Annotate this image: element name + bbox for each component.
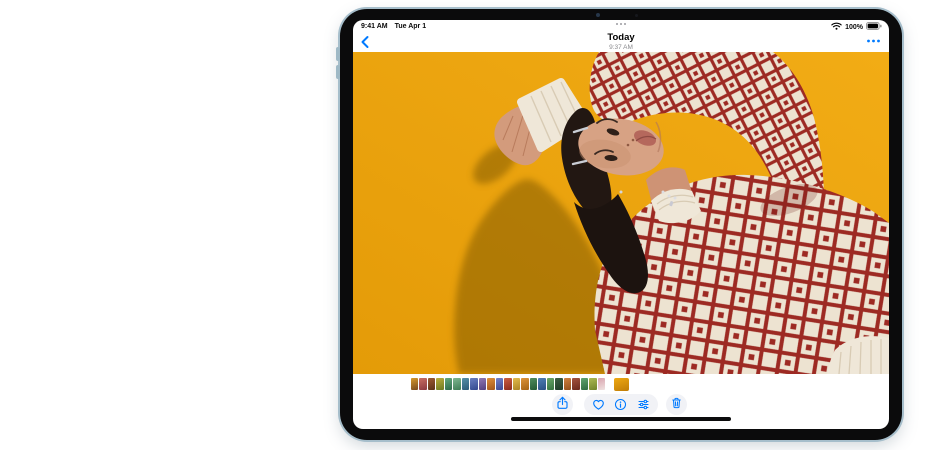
thumbnail[interactable] <box>470 378 478 390</box>
action-pill <box>584 394 658 415</box>
heart-icon <box>591 400 606 415</box>
page-title: Today <box>353 32 889 43</box>
photo-timestamp: 9:37 AM <box>353 44 889 51</box>
info-button[interactable] <box>613 397 628 412</box>
adjust-button[interactable] <box>636 397 651 412</box>
thumbnail[interactable] <box>572 378 580 390</box>
page: 9:41 AM Tue Apr 1 100% <box>0 0 932 450</box>
adjust-sliders-icon <box>636 400 651 415</box>
ellipsis-icon <box>866 34 881 49</box>
navigation-bar: Today 9:37 AM <box>353 32 889 52</box>
wifi-icon <box>831 22 842 32</box>
share-icon <box>555 395 570 414</box>
multitask-grabber-icon[interactable] <box>616 23 626 25</box>
thumbnail[interactable] <box>530 378 538 390</box>
delete-button[interactable] <box>666 394 687 415</box>
thumbnail[interactable] <box>411 378 419 390</box>
light-sensor <box>635 14 638 17</box>
thumbnail[interactable] <box>419 378 427 390</box>
thumbnail[interactable] <box>513 378 521 390</box>
info-icon <box>613 400 628 415</box>
thumbnail[interactable] <box>428 378 436 390</box>
share-button[interactable] <box>552 394 573 415</box>
thumbnail-selected[interactable] <box>614 378 629 391</box>
ipad-device: 9:41 AM Tue Apr 1 100% <box>340 9 902 440</box>
front-camera <box>596 13 600 17</box>
thumbnail[interactable] <box>487 378 495 390</box>
thumbnail[interactable] <box>496 378 504 390</box>
thumbnail[interactable] <box>521 378 529 390</box>
thumbnail[interactable] <box>436 378 444 390</box>
photo-scrubber[interactable] <box>411 377 630 391</box>
thumbnail[interactable] <box>445 378 453 390</box>
thumbnail[interactable] <box>564 378 572 390</box>
battery-percent: 100% <box>845 24 863 31</box>
thumbnail[interactable] <box>589 378 597 390</box>
thumbnail[interactable] <box>581 378 589 390</box>
photo-view[interactable] <box>353 52 889 374</box>
status-time: 9:41 AM <box>361 23 388 30</box>
home-indicator[interactable] <box>511 417 731 421</box>
trash-icon <box>669 395 684 414</box>
toolbar <box>353 394 889 416</box>
volume-down-button[interactable] <box>336 65 340 79</box>
thumbnail[interactable] <box>598 378 606 390</box>
more-button[interactable] <box>866 36 881 46</box>
screen: 9:41 AM Tue Apr 1 100% <box>353 20 889 429</box>
thumbnail[interactable] <box>555 378 563 390</box>
volume-up-button[interactable] <box>336 47 340 61</box>
title-block: Today 9:37 AM <box>353 32 889 51</box>
thumbnail[interactable] <box>453 378 461 390</box>
status-date: Tue Apr 1 <box>395 23 427 30</box>
battery-full-icon <box>866 22 882 32</box>
thumbnail[interactable] <box>547 378 555 390</box>
thumbnail[interactable] <box>479 378 487 390</box>
thumbnail[interactable] <box>538 378 546 390</box>
favorite-button[interactable] <box>591 397 606 412</box>
thumbnail[interactable] <box>504 378 512 390</box>
thumbnail[interactable] <box>462 378 470 390</box>
